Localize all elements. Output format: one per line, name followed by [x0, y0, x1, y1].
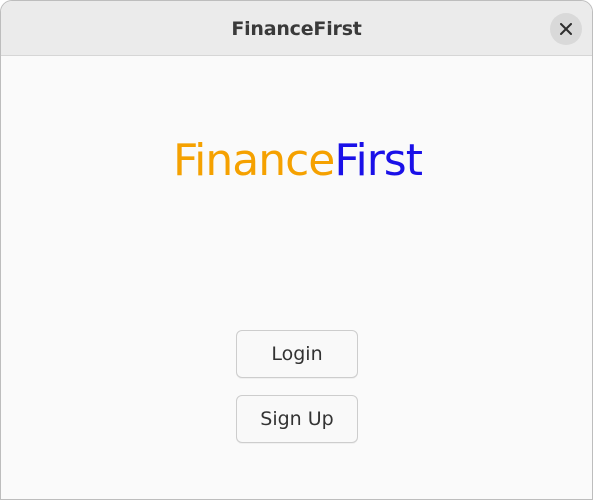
- app-logo: FinanceFirst: [1, 135, 592, 187]
- close-button[interactable]: [550, 13, 582, 45]
- logo-text-finance: Finance: [173, 135, 335, 186]
- sign-up-button[interactable]: Sign Up: [236, 395, 358, 443]
- app-window: FinanceFirst FinanceFirst Login Sign Up: [0, 0, 593, 500]
- main-content: FinanceFirst Login Sign Up: [1, 56, 592, 499]
- login-button-label: Login: [271, 343, 323, 365]
- title-bar: FinanceFirst: [1, 1, 592, 56]
- sign-up-button-label: Sign Up: [260, 408, 334, 430]
- login-button[interactable]: Login: [236, 330, 358, 378]
- close-icon: [560, 23, 572, 35]
- logo-text-first: First: [334, 135, 423, 186]
- window-title: FinanceFirst: [231, 18, 362, 40]
